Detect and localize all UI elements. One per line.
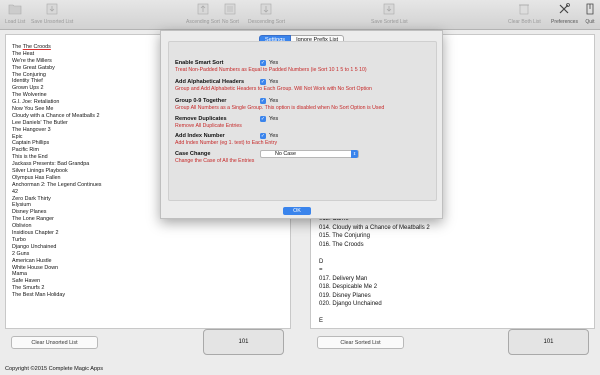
list-item: Oblivion <box>12 223 32 230</box>
list-item: American Hustle <box>12 257 52 264</box>
folder-icon <box>8 4 22 15</box>
option-description: Remove All Duplicate Entries <box>175 123 242 129</box>
alphabetical-headers-checkbox[interactable]: ✓ Yes <box>260 79 278 85</box>
option-group-numbers: Group 0-9 Together Group All Numbers as … <box>175 98 384 111</box>
option-description: Group and Add Alphabetic Headers to Each… <box>175 86 372 92</box>
save-unsorted-button[interactable]: Save Unsorted List <box>31 2 73 25</box>
descending-sort-button[interactable]: Descending Sort <box>248 2 285 25</box>
group-numbers-checkbox[interactable]: ✓ Yes <box>260 98 278 104</box>
chevron-updown-icon: ⇕ <box>351 150 358 158</box>
list-item: E <box>319 318 324 324</box>
list-icon <box>225 3 236 15</box>
list-item: = <box>319 267 323 273</box>
list-item: White House Down <box>12 264 59 271</box>
list-item: 019. Disney Planes <box>319 292 371 299</box>
list-item: Insidious Chapter 2 <box>12 230 59 237</box>
load-list-label: Load List <box>5 19 26 25</box>
preferences-button[interactable]: Preferences <box>551 2 578 25</box>
no-sort-button[interactable]: No Sort <box>222 2 239 25</box>
option-description: Add Index Number (eg 1. text) to Each En… <box>175 140 278 146</box>
save-icon <box>384 3 395 15</box>
option-case-change: Case Change Change the Case of All the E… <box>175 150 359 164</box>
list-item: Django Unchained <box>12 243 57 250</box>
list-item <box>311 309 594 318</box>
copyright-text: Copyright ©2015 Complete Magic Apps <box>5 366 104 372</box>
save-sorted-button[interactable]: Save Sorted List <box>371 2 408 25</box>
list-item: 020. Django Unchained <box>319 301 382 307</box>
option-smart-sort: Enable Smart Sort Treat Non-Padded Numbe… <box>175 60 367 73</box>
list-item: D <box>319 258 324 265</box>
option-index-number: Add Index Number Add Index Number (eg 1.… <box>175 133 278 146</box>
option-description: Change the Case of All the Entries <box>175 158 255 164</box>
index-number-checkbox[interactable]: ✓ Yes <box>260 133 278 139</box>
list-item: 017. Delivery Man <box>319 275 368 282</box>
option-description: Treat Non-Padded Numbers as Equal to Pad… <box>175 67 367 73</box>
case-change-value: No Case <box>275 151 296 157</box>
quit-label: Quit <box>585 19 595 25</box>
checkmark-icon: ✓ <box>260 116 266 122</box>
list-item: Safe Haven <box>12 278 41 285</box>
toolbar: Load List Save Unsorted List Ascending S… <box>0 0 600 30</box>
quit-button[interactable]: Quit <box>583 2 597 25</box>
option-heading: Case Change <box>175 151 211 157</box>
checkbox-label: Yes <box>269 79 279 85</box>
clear-both-button[interactable]: Clear Both List <box>508 2 541 25</box>
list-item: The Smurfs 2 <box>12 285 45 292</box>
checkmark-icon: ✓ <box>260 98 266 104</box>
download-arrow-icon <box>261 3 272 15</box>
option-description: Group All Numbers as a Single Group. Thi… <box>175 105 385 111</box>
load-list-button[interactable]: Load List <box>5 2 25 25</box>
descending-sort-label: Descending Sort <box>248 19 285 25</box>
preferences-label: Preferences <box>551 19 578 25</box>
clear-sorted-button[interactable]: Clear Sorted List <box>317 336 404 349</box>
croods-spellcheck-word: The Croods <box>22 44 51 50</box>
no-sort-label: No Sort <box>222 19 239 25</box>
sorted-list[interactable]: 013. Carrie 014. Cloudy with a Chance of … <box>311 215 594 328</box>
checkmark-icon: ✓ <box>260 60 266 66</box>
tools-icon <box>560 3 571 14</box>
clear-both-label: Clear Both List <box>508 19 541 25</box>
unsorted-count: 101 <box>203 329 284 355</box>
settings-pane: Enable Smart Sort Treat Non-Padded Numbe… <box>168 41 437 201</box>
option-heading: Group 0-9 Together <box>175 98 227 104</box>
checkmark-icon: ✓ <box>260 79 266 85</box>
ascending-sort-button[interactable]: Ascending Sort <box>186 2 220 25</box>
option-heading: Remove Duplicates <box>175 116 227 122</box>
list-item: 015. The Conjuring <box>319 233 370 239</box>
list-item: 018. Despicable Me 2 <box>319 284 378 290</box>
list-item: Mama <box>12 271 27 278</box>
list-item: Turbo <box>12 236 26 243</box>
save-unsorted-label: Save Unsorted List <box>31 19 74 25</box>
checkbox-label: Yes <box>269 60 279 66</box>
case-change-select[interactable]: No Case ⇕ <box>260 150 359 158</box>
list-item: 2 Guns <box>12 250 30 257</box>
list-item <box>311 249 594 258</box>
trash-icon <box>519 4 530 15</box>
list-item: 014. Cloudy with a Chance of Meatballs 2 <box>319 224 430 231</box>
preferences-sheet: Settings Ignore Prefix List Enable Smart… <box>160 30 443 219</box>
clear-unsorted-button[interactable]: Clear Unsorted List <box>11 336 98 349</box>
save-icon <box>46 3 58 15</box>
list-item: The Best Man Holiday <box>12 292 66 299</box>
remove-duplicates-checkbox[interactable]: ✓ Yes <box>260 116 278 122</box>
option-remove-duplicates: Remove Duplicates Remove All Duplicate E… <box>175 116 278 129</box>
option-alphabetical-headers: Add Alphabetical Headers Group and Add A… <box>175 79 372 92</box>
upload-arrow-icon <box>197 3 209 15</box>
list-item: 016. The Croods <box>319 241 364 248</box>
smart-sort-checkbox[interactable]: ✓ Yes <box>260 60 278 66</box>
exit-icon <box>586 3 594 15</box>
checkbox-label: Yes <box>269 133 279 139</box>
checkmark-icon: ✓ <box>260 133 266 139</box>
sorted-count: 101 <box>508 329 589 355</box>
ok-button[interactable]: OK <box>283 207 311 215</box>
save-sorted-label: Save Sorted List <box>371 19 408 25</box>
checkbox-label: Yes <box>269 98 279 104</box>
ascending-sort-label: Ascending Sort <box>186 19 220 25</box>
checkbox-label: Yes <box>269 116 279 122</box>
